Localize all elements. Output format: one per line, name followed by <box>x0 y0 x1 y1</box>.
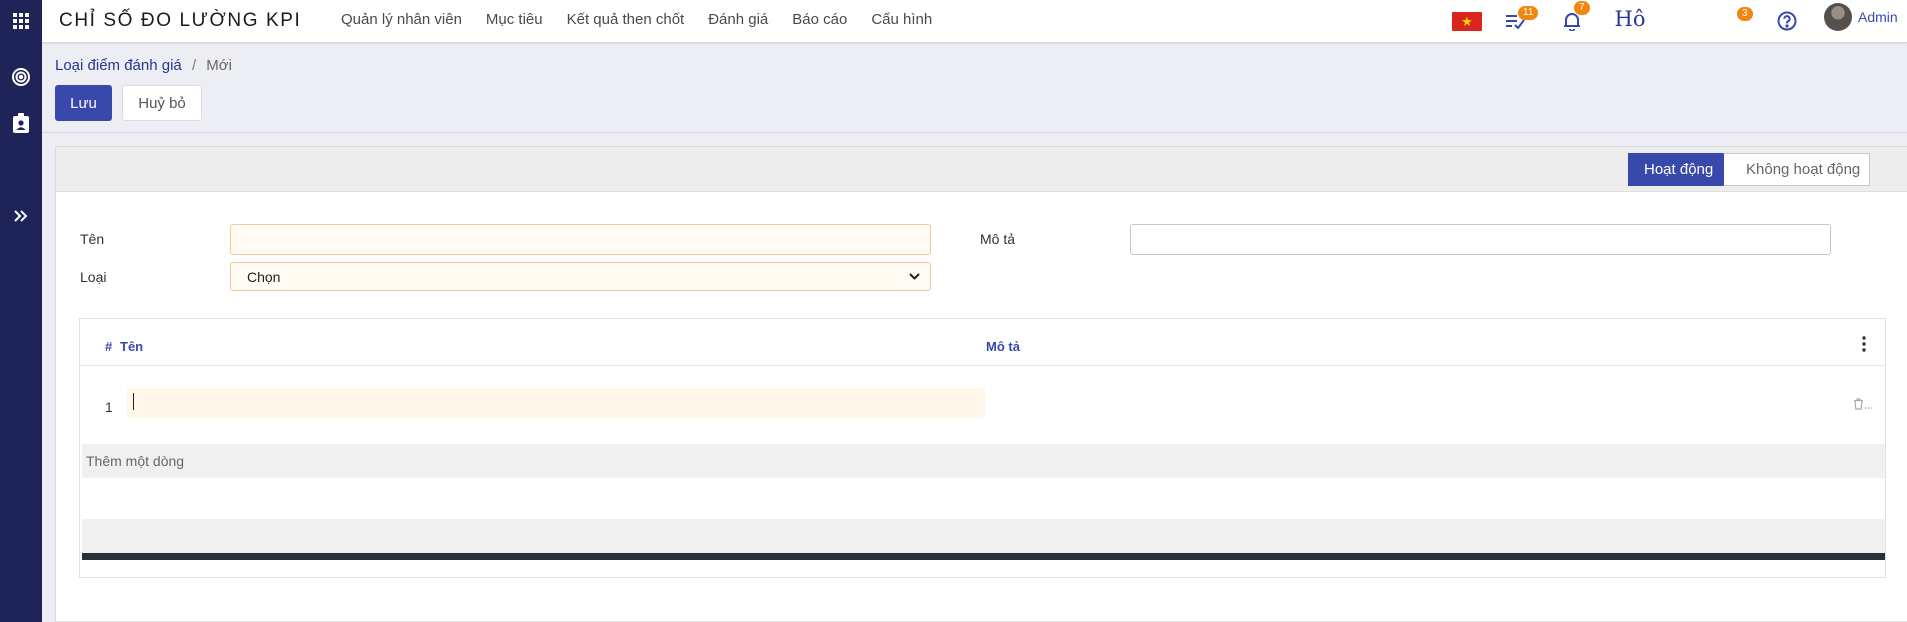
menu-item-reports[interactable]: Báo cáo <box>792 11 847 28</box>
name-input[interactable] <box>230 224 931 255</box>
type-select-value: Chọn <box>247 268 281 285</box>
row-index: 1 <box>105 399 113 415</box>
breadcrumb-parent-link[interactable]: Loại điểm đánh giá <box>55 57 182 74</box>
menu-item-objectives[interactable]: Mục tiêu <box>486 11 543 28</box>
help-icon[interactable] <box>1775 9 1799 33</box>
save-button[interactable]: Lưu <box>55 85 112 121</box>
avatar <box>1824 3 1852 31</box>
control-panel-divider <box>42 132 1907 133</box>
status-active-button[interactable]: Hoạt động <box>1628 153 1734 186</box>
apps-grid-icon[interactable] <box>0 4 42 38</box>
breadcrumb-current: Mới <box>206 57 232 74</box>
user-menu[interactable]: Admin <box>1824 2 1898 32</box>
type-field-label: Loại <box>80 269 107 285</box>
expand-sidebar-icon[interactable] <box>0 199 42 233</box>
left-sidebar <box>0 0 42 622</box>
optional-columns-icon[interactable] <box>1862 336 1866 355</box>
add-line-link[interactable]: Thêm một dòng <box>82 444 1885 478</box>
top-navbar: CHỈ SỐ ĐO LƯỜNG KPI Quản lý nhân viên Mụ… <box>42 0 1907 43</box>
text-cursor <box>133 393 134 410</box>
messages-count-badge: 3 <box>1737 7 1753 21</box>
empty-table-row <box>82 519 1885 553</box>
discard-button[interactable]: Huỷ bỏ <box>122 85 202 121</box>
main-menu: Quản lý nhân viên Mục tiêu Kết quả then … <box>341 11 956 28</box>
user-name: Admin <box>1858 9 1898 25</box>
breadcrumb-separator: / <box>191 57 197 74</box>
breadcrumb: Loại điểm đánh giá / Mới <box>55 57 232 74</box>
status-inactive-button[interactable]: Không hoạt động <box>1724 153 1870 186</box>
clipboard-user-icon[interactable] <box>0 106 42 140</box>
statusbar: Hoạt động Không hoạt động <box>56 147 1907 192</box>
target-icon[interactable] <box>0 60 42 94</box>
description-field-label: Mô tả <box>980 231 1016 247</box>
handwriting-text: Hô <box>1614 7 1646 31</box>
menu-item-configuration[interactable]: Cấu hình <box>871 11 932 28</box>
menu-item-employees[interactable]: Quản lý nhân viên <box>341 11 462 28</box>
column-header-index: # <box>105 339 113 354</box>
name-field-label: Tên <box>80 231 105 247</box>
language-flag-icon[interactable]: ★ <box>1452 9 1482 33</box>
delete-row-icon[interactable] <box>1853 397 1873 413</box>
menu-item-key-results[interactable]: Kết quả then chốt <box>567 11 685 28</box>
menu-item-evaluation[interactable]: Đánh giá <box>708 11 768 28</box>
activities-count-badge: 11 <box>1518 6 1539 20</box>
notifications-bell-icon[interactable]: 7 <box>1560 1 1590 33</box>
chevron-down-icon <box>909 273 920 280</box>
table-footer-bar <box>82 553 1885 560</box>
form-sheet: Hoạt động Không hoạt động Tên Loại Chọn … <box>55 146 1907 622</box>
type-select[interactable]: Chọn <box>230 262 931 291</box>
table-header-divider <box>80 365 1885 366</box>
app-title[interactable]: CHỈ SỐ ĐO LƯỜNG KPI <box>59 10 301 32</box>
activities-icon[interactable]: 11 <box>1503 6 1539 33</box>
lines-table: # Tên Mô tả 1 Thêm một dòng <box>79 318 1886 578</box>
messages-indicator[interactable]: 3 <box>1735 5 1755 29</box>
row-name-cell-editing[interactable] <box>127 388 985 418</box>
notifications-count-badge: 7 <box>1574 1 1590 15</box>
column-header-name[interactable]: Tên <box>120 339 143 354</box>
description-input[interactable] <box>1130 224 1831 255</box>
column-header-description[interactable]: Mô tả <box>986 339 1020 354</box>
